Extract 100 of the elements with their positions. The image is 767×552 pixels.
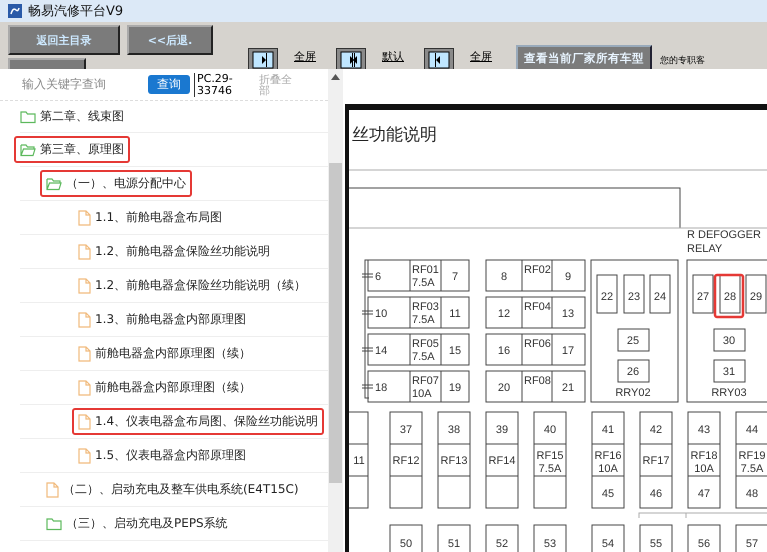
fuse-label: RF12: [392, 455, 420, 467]
document-icon: [78, 414, 91, 430]
terminal-number: 10: [375, 308, 388, 320]
terminal-number: 46: [650, 488, 662, 500]
terminal-number: 53: [544, 538, 556, 550]
fuse-label: 7.5A: [538, 463, 562, 475]
relay-pin-number: 25: [626, 335, 640, 347]
terminal-number: 15: [448, 345, 462, 357]
tree-item[interactable]: 1.1、前舱电器盒布局图: [72, 204, 228, 231]
terminal-number: 37: [400, 424, 412, 436]
search-button[interactable]: 查询: [148, 75, 190, 94]
document-icon: [78, 346, 91, 362]
document-icon: [78, 278, 91, 294]
terminal-number: 42: [650, 424, 662, 436]
fuse-label: 11: [353, 455, 365, 467]
document-icon: [78, 380, 91, 396]
document-icon: [78, 244, 91, 260]
tree-item[interactable]: 1.3、前舱电器盒内部原理图: [72, 306, 252, 333]
terminal-number: 55: [650, 538, 662, 550]
tree-item[interactable]: 1.5、仪表电器盒内部原理图: [72, 442, 252, 469]
view-link[interactable]: 全屏: [470, 49, 492, 64]
relay-pin-number: 24: [654, 291, 666, 303]
terminal-number: 14: [375, 345, 388, 357]
search-field[interactable]: 输入关键字查询: [22, 76, 148, 93]
fuse-label: RF05: [412, 338, 439, 350]
folder-icon: [20, 110, 36, 124]
terminal-number: 48: [746, 488, 758, 500]
window-title: 畅易汽修平台V9: [28, 3, 124, 20]
document-title: 丝功能说明: [352, 125, 437, 145]
tree-item[interactable]: 第二章、线束图: [14, 103, 130, 130]
tree-item[interactable]: （三）、启动充电及PEPS系统: [40, 510, 234, 537]
relay-pin-number: 30: [722, 335, 736, 347]
fuse-label: RF07: [412, 375, 439, 387]
terminal-number: 12: [498, 308, 510, 320]
terminal-number: 47: [698, 488, 710, 500]
document-icon: [78, 312, 91, 328]
terminal-number: 7: [452, 271, 458, 283]
tree-item[interactable]: 前舱电器盒内部原理图（续）: [72, 340, 257, 367]
fuse-label: RF15: [536, 450, 564, 462]
app-logo-icon: [8, 4, 22, 18]
terminal-number: 16: [498, 345, 510, 357]
view-link[interactable]: 默认: [382, 49, 404, 64]
tree-item[interactable]: （二）、启动充电及整车供电系统(E4T15C): [40, 476, 305, 503]
view-link[interactable]: 全屏: [294, 49, 316, 64]
scrollbar-thumb[interactable]: [329, 163, 342, 483]
relay-pin-number: 28: [724, 291, 736, 303]
folder-icon: [20, 142, 36, 156]
fuse-label: 7.5A: [412, 351, 435, 363]
fuse-label: 10A: [412, 388, 432, 400]
terminal-number: 54: [602, 538, 614, 550]
tree-item[interactable]: 前舱电器盒内部原理图（续）: [72, 374, 257, 401]
panel-arrow-icon[interactable]: [248, 48, 278, 69]
terminal-number: 20: [498, 382, 510, 394]
fuse-label: RF19: [738, 450, 766, 462]
terminal-number: 45: [602, 488, 614, 500]
fuse-label: RF01: [412, 264, 439, 276]
fuse-label: RF16: [594, 450, 622, 462]
terminal-number: 40: [544, 424, 556, 436]
terminal-number: 41: [602, 424, 614, 436]
panel-arrow-icon[interactable]: [336, 48, 366, 69]
folder-icon: [46, 516, 62, 530]
code-text: PC.29-33746: [194, 72, 247, 96]
tree-item[interactable]: 1.2、前舱电器盒保险丝功能说明（续）: [72, 272, 312, 299]
scroll-up-icon[interactable]: [331, 74, 340, 80]
terminal-number: 8: [500, 271, 508, 283]
terminal-number: 17: [562, 345, 574, 357]
terminal-number: 13: [562, 308, 574, 320]
tree-item[interactable]: 1.2、前舱电器盒保险丝功能说明: [72, 238, 276, 265]
service-text: 您的专职客: [660, 54, 705, 67]
folder-icon: [46, 176, 62, 190]
terminal-number: 19: [448, 382, 462, 394]
relay-pin-number: 22: [600, 291, 614, 303]
fuse-label: RF06: [524, 338, 551, 350]
tree-item[interactable]: 第三章、原理图: [14, 136, 130, 163]
relay-pin-number: 27: [696, 291, 710, 303]
panel-arrow-icon[interactable]: [424, 48, 454, 69]
terminal-number: 38: [448, 424, 460, 436]
fuse-label: RF08: [524, 375, 551, 387]
terminal-number: 56: [698, 538, 710, 550]
terminal-number: 21: [562, 382, 574, 394]
relay-label: RRY03: [711, 387, 747, 399]
fuse-label: 10A: [694, 463, 714, 475]
fuse-label: RF14: [488, 455, 516, 467]
all-models-button[interactable]: 查看当前厂家所有车型: [516, 45, 652, 69]
terminal-number: 39: [496, 424, 508, 436]
fuse-label: RF17: [642, 455, 670, 467]
relay-pin-number: 29: [750, 291, 762, 303]
fuse-label: 10A: [598, 463, 618, 475]
fuse-label: RF13: [440, 455, 468, 467]
terminal-number: 44: [746, 424, 758, 436]
relay-label: RRY02: [615, 387, 651, 399]
relay-pin-number: 23: [628, 291, 640, 303]
document-icon: [46, 482, 59, 498]
terminal-number: 11: [449, 308, 461, 320]
fuse-label: RF02: [524, 264, 551, 276]
document-icon: [78, 210, 91, 226]
tree-item[interactable]: （一）、电源分配中心: [40, 170, 192, 197]
fuse-label: RF18: [690, 450, 718, 462]
tree-item[interactable]: 1.4、仪表电器盒布局图、保险丝功能说明: [72, 408, 324, 435]
relay-pin-number: 31: [722, 366, 736, 378]
